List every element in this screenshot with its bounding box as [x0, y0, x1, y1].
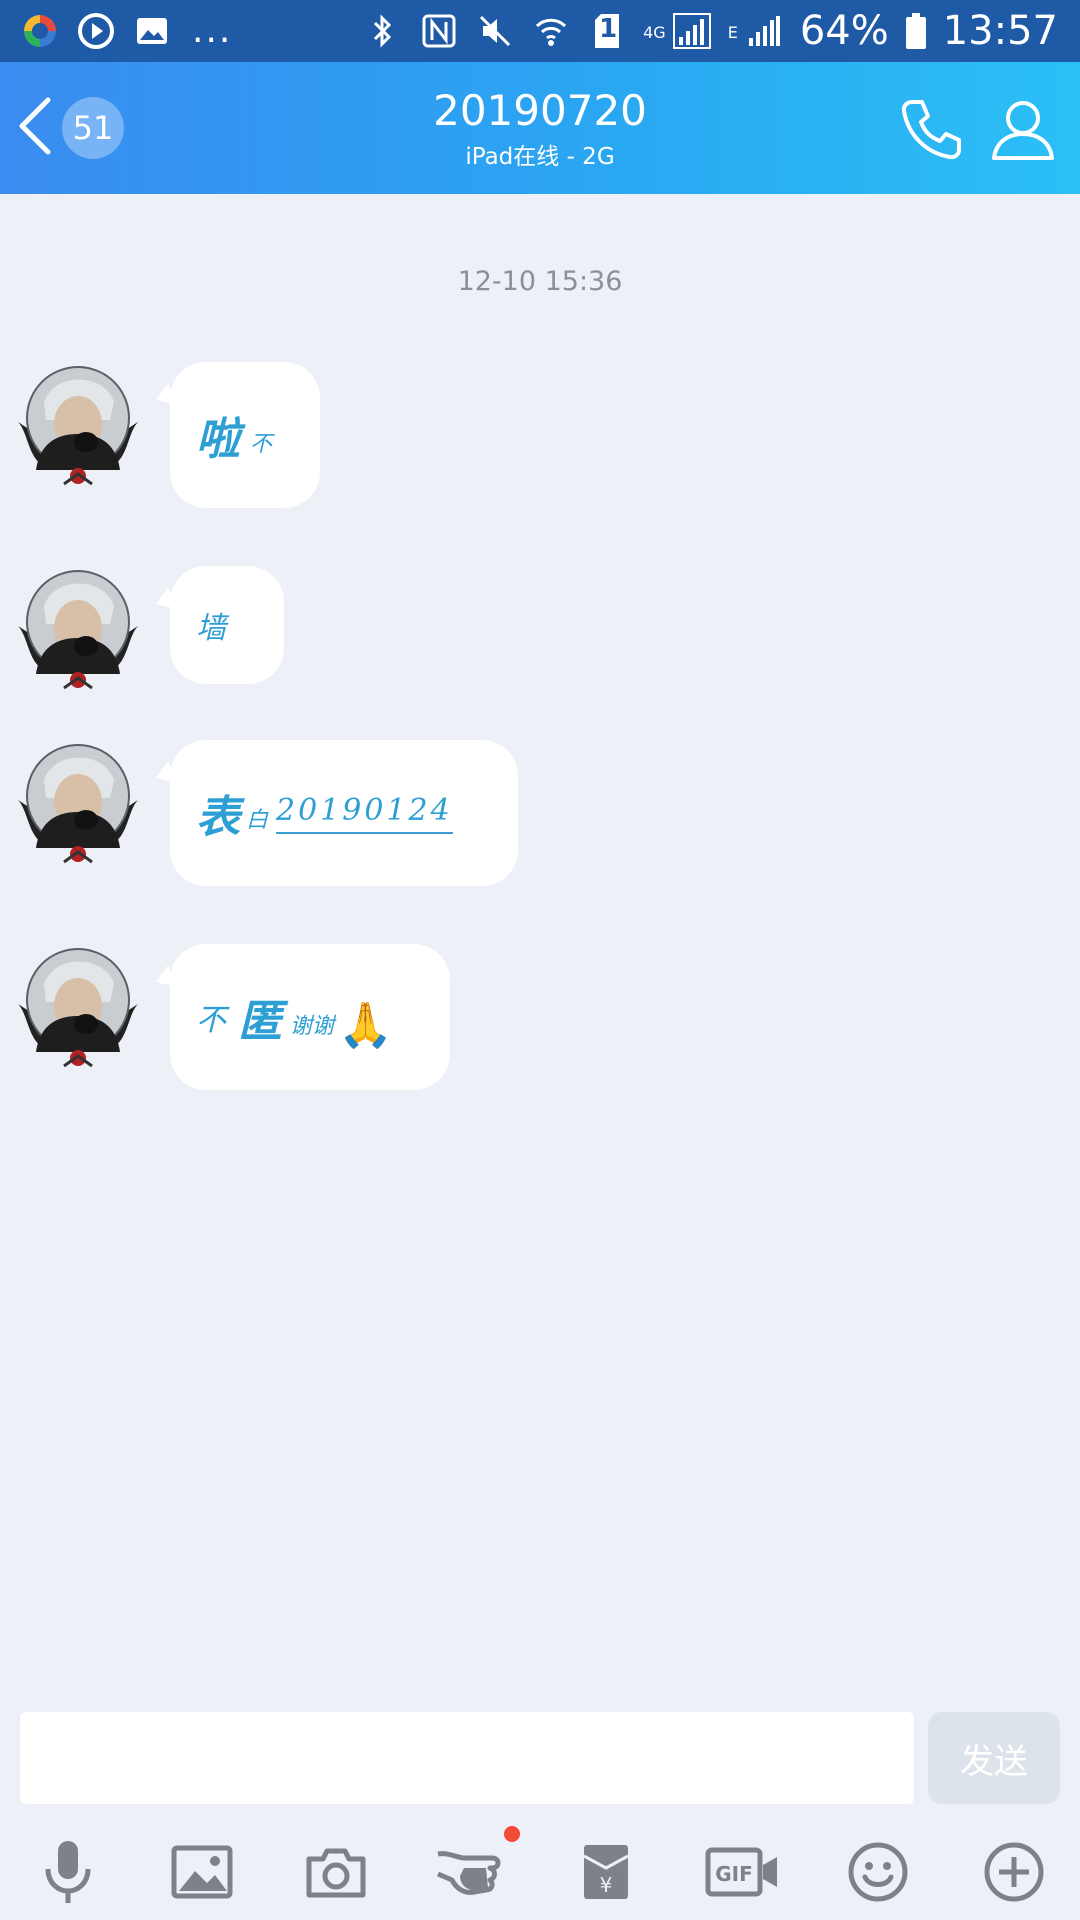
message-bubble[interactable]: 墙 [170, 566, 284, 684]
back-button[interactable]: 51 [14, 90, 124, 166]
gif-icon: GIF [705, 1847, 781, 1901]
camera-icon [305, 1845, 367, 1903]
play-icon [76, 11, 116, 51]
battery-percent: 64% [799, 8, 889, 54]
poke-notification-dot [504, 1826, 520, 1842]
person-icon [990, 96, 1056, 166]
gallery-icon [132, 11, 172, 51]
online-status: iPad在线 - 2G [465, 144, 615, 170]
svg-text:¥: ¥ [600, 1873, 613, 1897]
sim-slot-number: 1 [599, 14, 618, 44]
message-text: 不 [250, 432, 273, 457]
avatar[interactable] [14, 944, 142, 1072]
camera-button[interactable] [300, 1838, 372, 1910]
message-row: 啦 不 [0, 362, 1080, 510]
signal-icon [672, 11, 712, 51]
message-bubble[interactable]: 不 匿 谢谢 🙏 [170, 944, 450, 1090]
praying-hands-emoji: 🙏 [338, 1000, 393, 1051]
profile-button[interactable] [988, 96, 1058, 166]
image-button[interactable] [166, 1838, 238, 1910]
message-text: 谢谢 [290, 1014, 335, 1039]
message-link-text[interactable]: 20190124 [276, 793, 453, 834]
message-text: 白 [246, 808, 269, 833]
message-text: 匿 [238, 996, 282, 1047]
message-text: 墙 [196, 611, 226, 646]
page-title: 20190720 [433, 86, 647, 135]
red-packet-button[interactable]: ¥ [570, 1838, 642, 1910]
input-toolbar: ¥ GIF [0, 1820, 1080, 1920]
message-text: 表 [196, 792, 240, 843]
secondary-network-label: E [727, 23, 738, 42]
phone-icon [898, 96, 964, 166]
unread-count-badge: 51 [62, 97, 124, 159]
red-packet-icon: ¥ [581, 1842, 631, 1906]
avatar[interactable] [14, 740, 142, 868]
more-button[interactable] [978, 1838, 1050, 1910]
emoji-icon [847, 1841, 909, 1907]
network-type-label: 4G [643, 23, 666, 42]
message-row: 不 匿 谢谢 🙏 [0, 944, 1080, 1092]
emoji-button[interactable] [842, 1838, 914, 1910]
svg-text:GIF: GIF [715, 1862, 753, 1886]
poke-icon [434, 1844, 506, 1904]
nfc-icon [419, 11, 459, 51]
microphone-icon [40, 1839, 96, 1909]
sim-icon: 1 [587, 11, 627, 51]
message-text: 不 [196, 1003, 226, 1038]
chevron-left-icon [14, 96, 54, 160]
clock: 13:57 [942, 8, 1058, 54]
app-color-icon [20, 11, 60, 51]
chat-header: 51 20190720 iPad在线 - 2G [0, 62, 1080, 194]
message-row: 表 白 20190124 [0, 740, 1080, 888]
mute-icon [475, 11, 515, 51]
send-button[interactable]: 发送 [928, 1712, 1060, 1804]
message-text: 啦 [196, 414, 240, 465]
overflow-dots: ... [192, 10, 233, 51]
message-bubble[interactable]: 啦 不 [170, 362, 320, 508]
message-timestamp: 12-10 15:36 [457, 266, 623, 297]
image-icon [171, 1845, 233, 1903]
poke-button[interactable] [434, 1838, 506, 1910]
avatar[interactable] [14, 362, 142, 490]
message-input[interactable] [20, 1712, 914, 1804]
bluetooth-icon [363, 11, 403, 51]
plus-icon [983, 1841, 1045, 1907]
message-row: 墙 [0, 566, 1080, 690]
wifi-icon [531, 11, 571, 51]
battery-icon [905, 11, 927, 51]
call-button[interactable] [896, 96, 966, 166]
gif-button[interactable]: GIF [704, 1838, 782, 1910]
voice-button[interactable] [32, 1838, 104, 1910]
message-bubble[interactable]: 表 白 20190124 [170, 740, 518, 886]
avatar[interactable] [14, 566, 142, 694]
signal-2-icon [744, 11, 784, 51]
status-bar: ... 1 4G E 64% 13:57 [0, 0, 1080, 62]
